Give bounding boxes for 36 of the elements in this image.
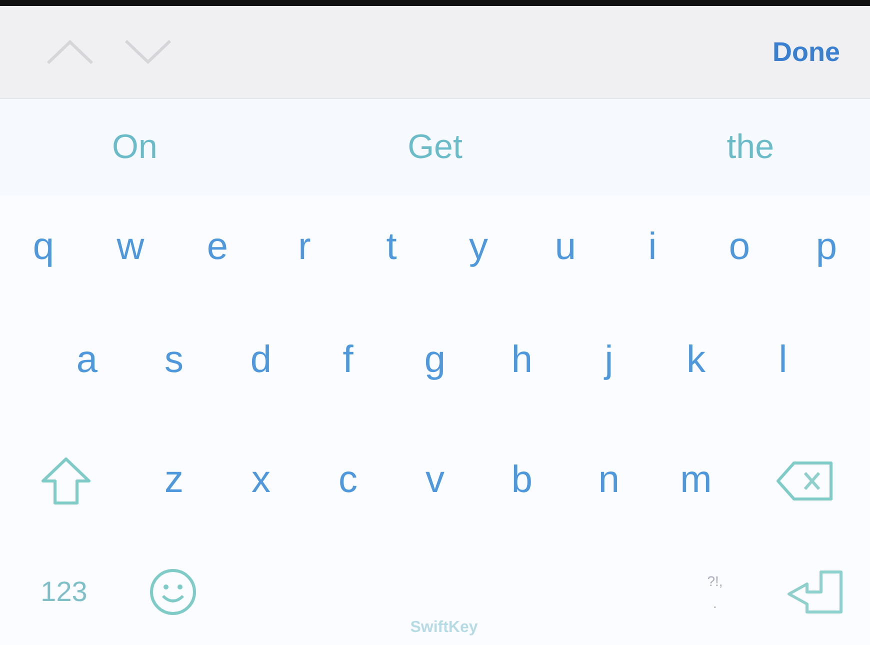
letter-key[interactable]: q bbox=[26, 225, 60, 271]
punctuation-key[interactable]: ?!, . bbox=[701, 570, 729, 614]
suggestion[interactable]: On bbox=[108, 128, 162, 166]
letter-key[interactable]: g bbox=[418, 338, 452, 384]
letter-key[interactable]: p bbox=[810, 225, 844, 271]
letter-key[interactable]: j bbox=[598, 338, 620, 384]
suggestion[interactable]: the bbox=[722, 128, 778, 166]
delete-icon[interactable] bbox=[776, 461, 834, 501]
letter-key[interactable]: x bbox=[246, 458, 276, 504]
letter-key[interactable]: m bbox=[674, 458, 718, 504]
letter-key[interactable]: l bbox=[772, 338, 794, 384]
shift-icon[interactable] bbox=[40, 457, 92, 505]
letter-key[interactable]: i bbox=[642, 225, 663, 271]
numbers-key[interactable]: 123 bbox=[34, 575, 94, 609]
letter-key[interactable]: z bbox=[158, 458, 190, 504]
letter-key[interactable]: f bbox=[336, 338, 360, 384]
letter-key[interactable]: u bbox=[548, 225, 582, 271]
emoji-icon[interactable] bbox=[149, 568, 197, 616]
letter-key[interactable]: v bbox=[420, 458, 450, 504]
letter-key[interactable]: n bbox=[592, 458, 626, 504]
letter-key[interactable]: y bbox=[463, 225, 494, 271]
letter-key[interactable]: h bbox=[505, 338, 539, 384]
letter-key[interactable]: e bbox=[200, 225, 234, 271]
suggestion[interactable]: Get bbox=[404, 128, 466, 166]
letter-key[interactable]: c bbox=[332, 458, 364, 504]
letter-key[interactable]: o bbox=[722, 225, 756, 271]
letter-key[interactable]: w bbox=[110, 225, 150, 271]
letter-key[interactable]: d bbox=[244, 338, 278, 384]
letter-key[interactable]: k bbox=[680, 338, 712, 384]
letter-key[interactable]: b bbox=[505, 458, 539, 504]
letter-key[interactable]: r bbox=[292, 225, 317, 271]
letter-key[interactable]: t bbox=[380, 225, 403, 271]
letter-key[interactable]: a bbox=[70, 338, 104, 384]
done-button[interactable]: Done bbox=[772, 32, 840, 72]
return-icon[interactable] bbox=[787, 570, 843, 614]
letter-key[interactable]: s bbox=[158, 338, 190, 384]
